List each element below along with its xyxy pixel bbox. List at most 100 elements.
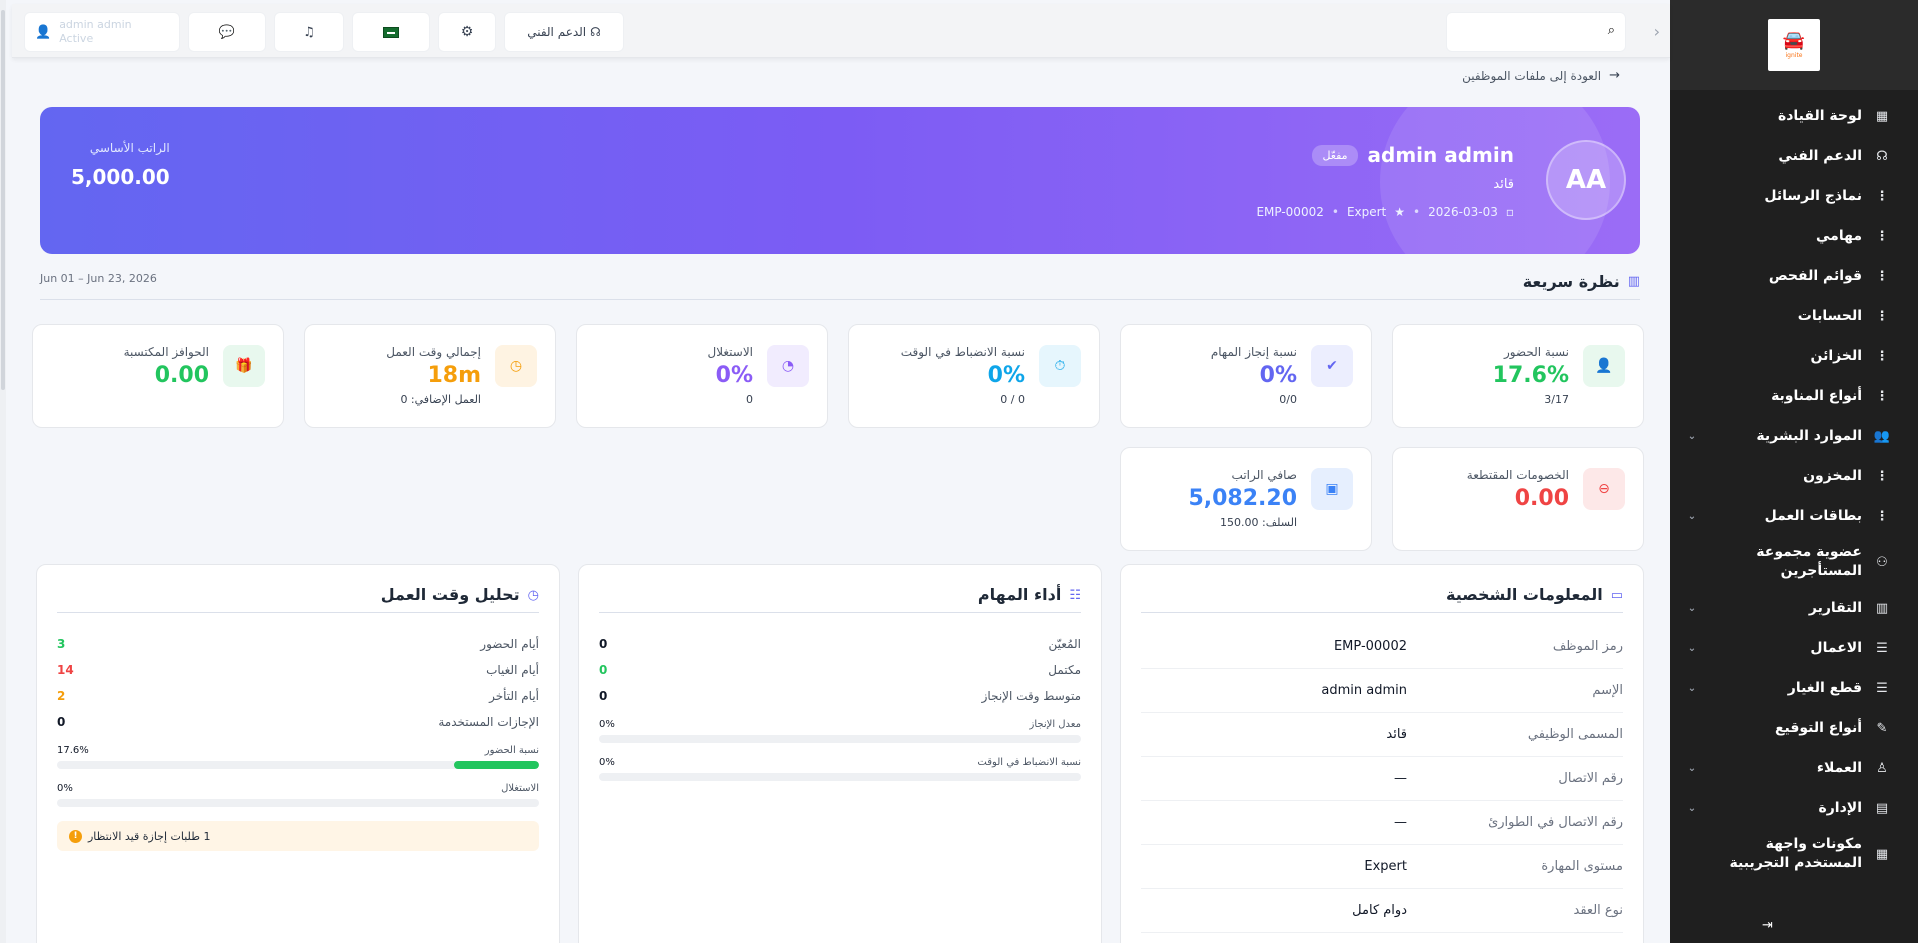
metric-label: الإجازات المستخدمة xyxy=(438,715,539,729)
sidebar-item-4[interactable]: ⋮ قوائم الفحص xyxy=(1670,256,1918,296)
stat-value: 5,082.20 xyxy=(1188,486,1297,511)
progress-row: معدل الإنجاز 0% xyxy=(599,719,1081,749)
dots-icon: ⋮ xyxy=(1875,508,1889,524)
quick-view-label: نظرة سريعة xyxy=(1522,272,1620,291)
stat-label: إجمالي وقت العمل xyxy=(386,345,481,359)
sidebar-item-2[interactable]: ⋮ نماذج الرسائل xyxy=(1670,176,1918,216)
chevron-down-icon: ⌄ xyxy=(1687,642,1697,654)
sidebar-item-6[interactable]: ⋮ الخزائن xyxy=(1670,336,1918,376)
pie-icon: ◔ xyxy=(767,345,809,387)
clock-icon: ◷ xyxy=(527,588,539,603)
notifications-button[interactable]: ♫ xyxy=(274,12,344,52)
logout-icon[interactable]: ⇥ xyxy=(1762,918,1773,933)
quick-view-title: ▥ نظرة سريعة xyxy=(1523,272,1640,291)
search-box[interactable]: ⌕ xyxy=(1446,12,1626,52)
sidebar-item-12[interactable]: ▥ التقارير ⌄ xyxy=(1670,588,1918,628)
user-check-icon: 👤 xyxy=(1583,345,1625,387)
grid-icon: ▦ xyxy=(1875,108,1889,124)
metric-value: 14 xyxy=(57,663,74,677)
stat-label: نسبة الانضباط في الوقت xyxy=(900,345,1025,359)
sidebar-item-1[interactable]: ☊ الدعم الفني xyxy=(1670,136,1918,176)
group-icon: ⚇ xyxy=(1876,554,1888,570)
progress-track xyxy=(57,761,539,769)
sidebar-item-11[interactable]: ⚇ عضوية مجموعة المستأجرين xyxy=(1670,536,1918,588)
base-salary: الراتب الأساسي 5,000.00 xyxy=(71,141,170,189)
metric-label: أيام الغياب xyxy=(486,663,539,677)
metric-value: 2 xyxy=(57,689,66,703)
sidebar-item-label: الموارد البشرية xyxy=(1756,428,1862,444)
sidebar-item-13[interactable]: ☰ الاعمال ⌄ xyxy=(1670,628,1918,668)
tasks-panel: ☷ أداء المهام المُعيّن 0 مكتمل 0 متوسط وقت ا… xyxy=(578,564,1102,943)
personal-title: المعلومات الشخصية xyxy=(1446,585,1603,604)
money-icon: ▣ xyxy=(1311,468,1353,510)
settings-button[interactable]: ⚙ xyxy=(438,12,496,52)
logo-area: 🚘 ignite xyxy=(1670,0,1918,90)
collapse-sidebar-icon[interactable]: ‹ xyxy=(1654,22,1660,41)
worktime-title: تحليل وقت العمل xyxy=(380,585,520,604)
sidebar-item-0[interactable]: ▦ لوحة القيادة xyxy=(1670,96,1918,136)
pen-icon: ✎ xyxy=(1876,720,1888,736)
chevron-down-icon: ⌄ xyxy=(1687,602,1697,614)
sidebar-item-label: المخزون xyxy=(1803,468,1862,484)
language-button[interactable] xyxy=(352,12,430,52)
sidebar-item-16[interactable]: ♙ العملاء ⌄ xyxy=(1670,748,1918,788)
bell-icon: ♫ xyxy=(303,24,315,40)
search-input[interactable] xyxy=(1455,21,1595,45)
gift-icon: 🎁 xyxy=(223,345,265,387)
progress-label: معدل الإنجاز xyxy=(1029,719,1081,730)
hire-date: 2026-03-03 xyxy=(1428,205,1498,219)
employee-meta: ▫ 2026-03-03 • ★ Expert • EMP-00002 xyxy=(1256,205,1514,219)
app-logo[interactable]: 🚘 ignite xyxy=(1768,19,1820,71)
stat-label: الحوافز المكتسبة xyxy=(123,345,209,359)
info-value: EMP-00002 xyxy=(1333,639,1407,654)
stat-label: الخصومات المقتطعة xyxy=(1466,468,1569,482)
stat-card: ✔ نسبة إنجاز المهام 0% 0/0 xyxy=(1120,324,1372,428)
clock-icon: ◷ xyxy=(495,345,537,387)
chevron-down-icon: ⌄ xyxy=(1687,430,1697,442)
stat-value: 18m xyxy=(427,363,481,388)
progress-track xyxy=(57,799,539,807)
sidebar-item-18[interactable]: ▦ مكونات واجهة المستخدم التجريبية xyxy=(1670,828,1918,880)
sidebar-item-7[interactable]: ⋮ أنواع المناوبة xyxy=(1670,376,1918,416)
sidebar-item-label: مهامي xyxy=(1816,228,1862,244)
sidebar-item-5[interactable]: ⋮ الحسابات xyxy=(1670,296,1918,336)
stat-subtext: 0 xyxy=(746,393,753,406)
id-card-icon: ▭ xyxy=(1610,588,1623,603)
metric-label: متوسط وقت الإنجاز xyxy=(981,689,1081,703)
progress-label: نسبة الانضباط في الوقت xyxy=(977,757,1081,768)
user-tie-icon: ♙ xyxy=(1876,760,1888,776)
metric-label: المُعيّن xyxy=(1048,637,1081,651)
back-label: العودة إلى ملفات الموظفين xyxy=(1462,68,1602,83)
sidebar-item-15[interactable]: ✎ أنواع التوقيع xyxy=(1670,708,1918,748)
employee-code: EMP-00002 xyxy=(1256,205,1324,219)
pending-leave-alert[interactable]: ! 1 طلبات إجازة قيد الانتظار xyxy=(57,821,539,851)
support-button[interactable]: ☊ الدعم الفني xyxy=(504,12,624,52)
list-icon: ☷ xyxy=(1069,588,1081,603)
messages-button[interactable]: 💬 xyxy=(188,12,266,52)
sidebar-item-9[interactable]: ⋮ المخزون xyxy=(1670,456,1918,496)
sidebar-item-label: بطاقات العمل xyxy=(1764,508,1862,524)
scroll-thumb[interactable] xyxy=(1,10,5,390)
stat-label: صافي الراتب xyxy=(1231,468,1297,482)
metric-row: مكتمل 0 xyxy=(599,663,1081,683)
panel-title: ▭ المعلومات الشخصية xyxy=(1141,585,1623,613)
metric-row: الإجازات المستخدمة 0 xyxy=(57,715,539,735)
sidebar-item-3[interactable]: ⋮ مهامي xyxy=(1670,216,1918,256)
sidebar-item-10[interactable]: ⋮ بطاقات العمل ⌄ xyxy=(1670,496,1918,536)
stat-card: ⊖ الخصومات المقتطعة 0.00 xyxy=(1392,447,1644,551)
search-icon[interactable]: ⌕ xyxy=(1608,23,1615,38)
user-menu[interactable]: 👤 admin admin Active xyxy=(24,12,180,52)
metric-value: 0 xyxy=(599,689,608,703)
sidebar-item-17[interactable]: ▤ الإدارة ⌄ xyxy=(1670,788,1918,828)
stat-card: 🎁 الحوافز المكتسبة 0.00 xyxy=(32,324,284,428)
sidebar-item-14[interactable]: ☰ قطع الغيار ⌄ xyxy=(1670,668,1918,708)
status-badge: مفعّل xyxy=(1312,144,1358,166)
info-key: رمز الموظف xyxy=(1552,639,1623,654)
back-to-employees-link[interactable]: → العودة إلى ملفات الموظفين xyxy=(1462,68,1620,83)
sidebar-item-8[interactable]: 👥 الموارد البشرية ⌄ xyxy=(1670,416,1918,456)
metric-row: متوسط وقت الإنجاز 0 xyxy=(599,689,1081,709)
info-value: — xyxy=(1394,815,1407,830)
page-scrollbar[interactable] xyxy=(0,0,6,943)
salary-label: الراتب الأساسي xyxy=(89,141,170,155)
stat-label: نسبة إنجاز المهام xyxy=(1210,345,1297,359)
